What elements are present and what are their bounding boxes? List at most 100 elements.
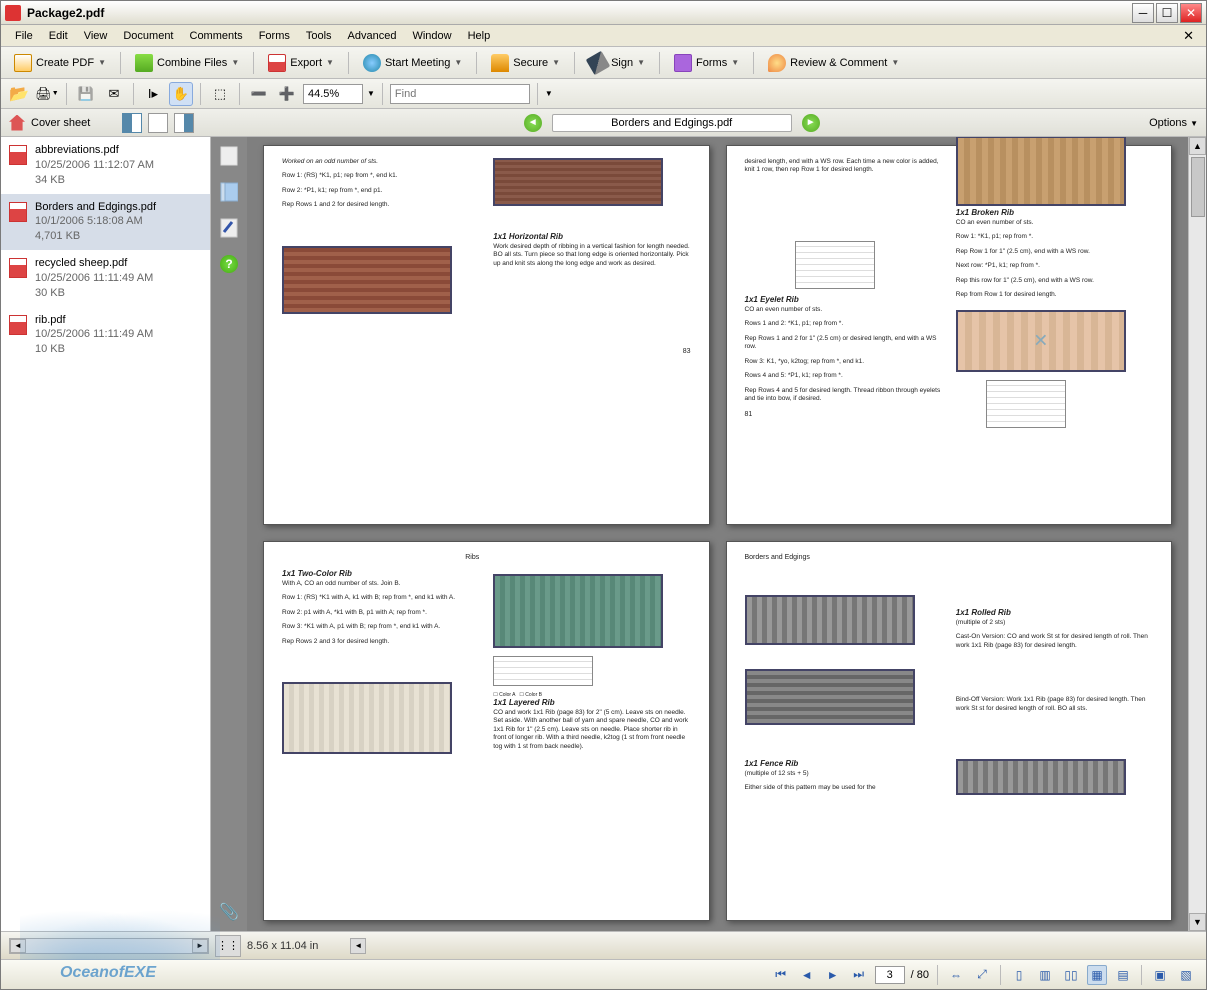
view-split-right[interactable]: [174, 113, 194, 133]
help-icon[interactable]: ?: [218, 253, 240, 275]
window-title: Package2.pdf: [27, 6, 1130, 20]
attachment-icon[interactable]: 📎: [218, 901, 240, 923]
save-button[interactable]: 💾: [74, 82, 98, 106]
fit-page-button[interactable]: ⤢: [972, 965, 992, 985]
zoom-input[interactable]: [303, 84, 363, 104]
printer-icon: 🖨: [35, 86, 52, 102]
hand-tool[interactable]: ✋: [169, 82, 193, 106]
two-up-button[interactable]: ▯▯: [1061, 965, 1081, 985]
close-button[interactable]: ✕: [1180, 3, 1202, 23]
resize-handle[interactable]: ⋮⋮: [215, 935, 241, 957]
hand-icon: ✋: [173, 86, 189, 102]
menubar-close-icon[interactable]: ✕: [1177, 28, 1200, 44]
menu-window[interactable]: Window: [404, 28, 459, 44]
knit-chart: [795, 241, 875, 289]
file-item[interactable]: Borders and Edgings.pdf 10/1/2006 5:18:0…: [1, 194, 210, 251]
file-item[interactable]: abbreviations.pdf 10/25/2006 11:12:07 AM…: [1, 137, 210, 194]
scroll-left-button[interactable]: ◄: [10, 939, 26, 953]
app-icon: [5, 5, 21, 21]
page-total: / 80: [911, 969, 929, 981]
view-full[interactable]: [148, 113, 168, 133]
export-button[interactable]: Export▼: [261, 50, 341, 76]
nav-prev-button[interactable]: ◄: [524, 114, 542, 132]
knit-swatch: [282, 682, 452, 754]
open-button[interactable]: 📂: [7, 82, 31, 106]
start-meeting-button[interactable]: Start Meeting▼: [356, 50, 469, 76]
scroll-up-button[interactable]: ▲: [1189, 137, 1206, 155]
create-pdf-button[interactable]: Create PDF▼: [7, 50, 113, 76]
menubar: File Edit View Document Comments Forms T…: [1, 25, 1206, 47]
menu-file[interactable]: File: [7, 28, 41, 44]
home-icon[interactable]: [9, 115, 25, 131]
scroll-down-button[interactable]: ▼: [1189, 913, 1206, 931]
collapse-button[interactable]: ▣: [1150, 965, 1170, 985]
bookmarks-panel-icon[interactable]: [218, 181, 240, 203]
email-button[interactable]: ✉: [102, 82, 126, 106]
forms-button[interactable]: Forms▼: [667, 50, 746, 76]
maximize-button[interactable]: ☐: [1156, 3, 1178, 23]
minus-icon: ➖: [251, 86, 267, 102]
menu-edit[interactable]: Edit: [41, 28, 76, 44]
two-up-continuous-button[interactable]: ▦: [1087, 965, 1107, 985]
pen-icon: [586, 50, 611, 75]
menu-comments[interactable]: Comments: [182, 28, 251, 44]
prev-page-button[interactable]: ◄: [797, 965, 817, 985]
combine-files-button[interactable]: Combine Files▼: [128, 50, 246, 76]
find-input[interactable]: [390, 84, 530, 104]
thumbnail-button[interactable]: ▤: [1113, 965, 1133, 985]
scroll-thumb[interactable]: [1191, 157, 1205, 217]
knit-swatch: [745, 595, 915, 645]
menu-advanced[interactable]: Advanced: [340, 28, 405, 44]
file-toolbar: 📂 🖨▼ 💾 ✉ I▸ ✋ ⬚ ➖ ➕ ▼ ▼: [1, 79, 1206, 109]
menu-forms[interactable]: Forms: [251, 28, 298, 44]
current-doc-title: Borders and Edgings.pdf: [552, 114, 792, 132]
watermark-text: OceanofEXE: [60, 964, 156, 982]
options-menu[interactable]: Options ▼: [1149, 117, 1198, 129]
scroll-right-button[interactable]: ►: [192, 939, 208, 953]
menu-view[interactable]: View: [76, 28, 116, 44]
zoom-out-button[interactable]: ➖: [247, 82, 271, 106]
forms-icon: [674, 54, 692, 72]
view-split-left[interactable]: [122, 113, 142, 133]
pdf-page: Ribs 1x1 Two-Color Rib With A, CO an odd…: [263, 541, 710, 921]
pdf-icon: [9, 202, 27, 222]
secure-button[interactable]: Secure▼: [484, 50, 567, 76]
vertical-scrollbar[interactable]: ▲ ▼: [1188, 137, 1206, 931]
file-item[interactable]: rib.pdf 10/25/2006 11:11:49 AM 10 KB: [1, 307, 210, 364]
comment-icon: [768, 54, 786, 72]
first-page-button[interactable]: ⏮: [771, 965, 791, 985]
page-number-input[interactable]: [875, 966, 905, 984]
select-tool[interactable]: I▸: [141, 82, 165, 106]
file-item[interactable]: recycled sheep.pdf 10/25/2006 11:11:49 A…: [1, 250, 210, 307]
zoom-dropdown[interactable]: ▼: [367, 89, 375, 98]
nav-next-button[interactable]: ►: [802, 114, 820, 132]
menu-document[interactable]: Document: [115, 28, 181, 44]
cursor-icon: I▸: [148, 86, 158, 102]
pages-panel-icon[interactable]: [218, 145, 240, 167]
signatures-panel-icon[interactable]: [218, 217, 240, 239]
doc-scroll-left[interactable]: ◄: [350, 938, 366, 954]
zoom-in-button[interactable]: ➕: [275, 82, 299, 106]
menu-help[interactable]: Help: [460, 28, 499, 44]
single-page-button[interactable]: ▯: [1009, 965, 1029, 985]
expand-button[interactable]: ▧: [1176, 965, 1196, 985]
save-icon: 💾: [78, 86, 94, 102]
fit-width-button[interactable]: ⇔: [946, 965, 966, 985]
pdf-page: desired length, end with a WS row. Each …: [726, 145, 1173, 525]
menu-tools[interactable]: Tools: [298, 28, 340, 44]
find-dropdown[interactable]: ▼: [545, 89, 553, 98]
meeting-icon: [363, 54, 381, 72]
cover-sheet-link[interactable]: Cover sheet: [31, 117, 90, 129]
marquee-zoom-tool[interactable]: ⬚: [208, 82, 232, 106]
minimize-button[interactable]: ─: [1132, 3, 1154, 23]
document-viewport[interactable]: Worked on an odd number of sts. Row 1: (…: [247, 137, 1188, 931]
last-page-button[interactable]: ⏭: [849, 965, 869, 985]
review-comment-button[interactable]: Review & Comment▼: [761, 50, 906, 76]
continuous-button[interactable]: ▥: [1035, 965, 1055, 985]
create-pdf-icon: [14, 54, 32, 72]
sidebar-hscroll[interactable]: ◄ ►: [9, 938, 209, 954]
plus-icon: ➕: [279, 86, 295, 102]
next-page-button[interactable]: ►: [823, 965, 843, 985]
print-button[interactable]: 🖨▼: [35, 82, 59, 106]
sign-button[interactable]: Sign▼: [582, 50, 652, 76]
